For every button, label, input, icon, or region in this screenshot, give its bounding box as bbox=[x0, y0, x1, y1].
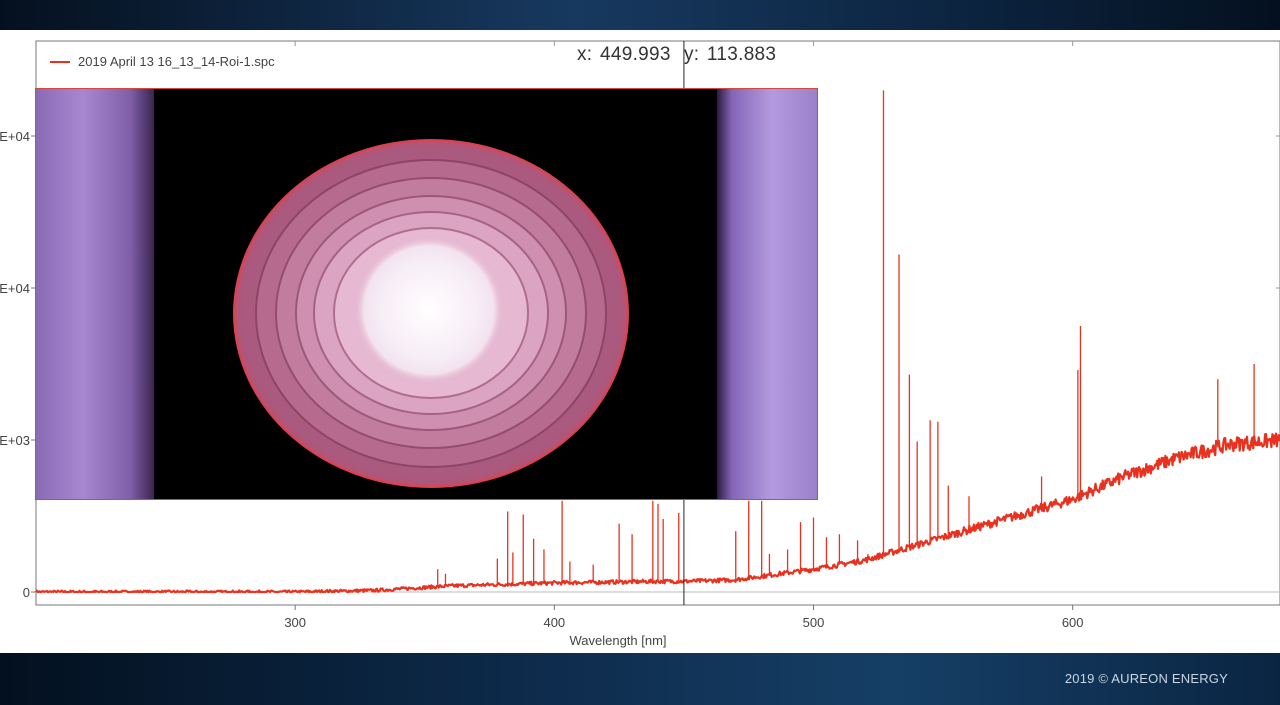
y-tick-label: E+03 bbox=[0, 433, 30, 448]
x-tick-label: 500 bbox=[803, 615, 825, 630]
legend-label: 2019 April 13 16_13_14-Roi-1.spc bbox=[78, 54, 275, 69]
x-tick-label: 400 bbox=[543, 615, 565, 630]
legend: 2019 April 13 16_13_14-Roi-1.spc bbox=[50, 54, 275, 69]
cursor-readout: x: 449.993 y: 113.883 bbox=[577, 44, 778, 66]
legend-swatch bbox=[50, 60, 70, 63]
x-tick-label: 600 bbox=[1062, 615, 1084, 630]
spectrum-chart-panel: 0 E+03 E+04 E+04 300 400 500 600 Wavelength [nm]… bbox=[0, 30, 1280, 653]
cursor-y-value: 113.883 bbox=[706, 44, 777, 65]
plasma-rings bbox=[233, 139, 629, 488]
x-axis-label: Wavelength [nm] bbox=[569, 633, 666, 648]
inset-left-glow bbox=[36, 89, 154, 499]
plasma-image-inset bbox=[35, 88, 818, 500]
x-tick-label: 300 bbox=[284, 615, 306, 630]
cursor-x-value: 449.993 bbox=[599, 44, 671, 65]
cursor-x-label: x: bbox=[577, 44, 593, 65]
copyright-text: 2019 © AUREON ENERGY bbox=[1064, 671, 1228, 686]
inset-right-glow bbox=[717, 89, 817, 499]
cursor-y-label: y: bbox=[683, 44, 700, 65]
top-banner bbox=[0, 0, 1280, 30]
y-tick-label: 0 bbox=[23, 585, 30, 600]
y-tick-label: E+04 bbox=[0, 281, 30, 296]
y-tick-label: E+04 bbox=[0, 129, 30, 144]
bottom-banner: 2019 © AUREON ENERGY bbox=[0, 653, 1280, 705]
